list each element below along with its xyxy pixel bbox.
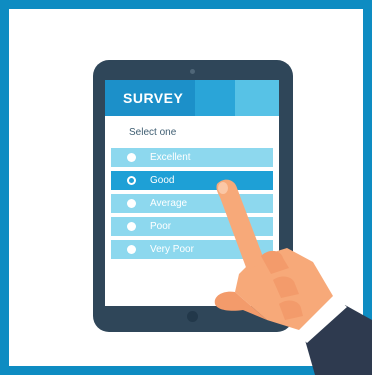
survey-title: SURVEY xyxy=(123,90,184,106)
option-label: Good xyxy=(150,175,175,186)
option-label: Excellent xyxy=(150,152,191,163)
option-label: Very Poor xyxy=(150,244,194,255)
fingernail xyxy=(218,182,228,194)
radio-button-icon[interactable] xyxy=(127,199,136,208)
pointing-hand-icon xyxy=(214,179,372,375)
radio-button-icon[interactable] xyxy=(127,153,136,162)
camera-icon xyxy=(190,69,195,74)
option-label: Average xyxy=(150,198,188,209)
header-accent-band xyxy=(235,80,279,116)
radio-button-icon[interactable] xyxy=(127,245,136,254)
radio-button-icon[interactable] xyxy=(127,222,136,231)
option-label: Poor xyxy=(150,221,172,232)
survey-prompt: Select one xyxy=(129,127,177,138)
header-accent-band xyxy=(195,80,235,116)
survey-header: SURVEY xyxy=(105,80,279,116)
survey-option-excellent[interactable]: Excellent xyxy=(111,148,273,167)
radio-button-icon[interactable] xyxy=(127,176,136,185)
